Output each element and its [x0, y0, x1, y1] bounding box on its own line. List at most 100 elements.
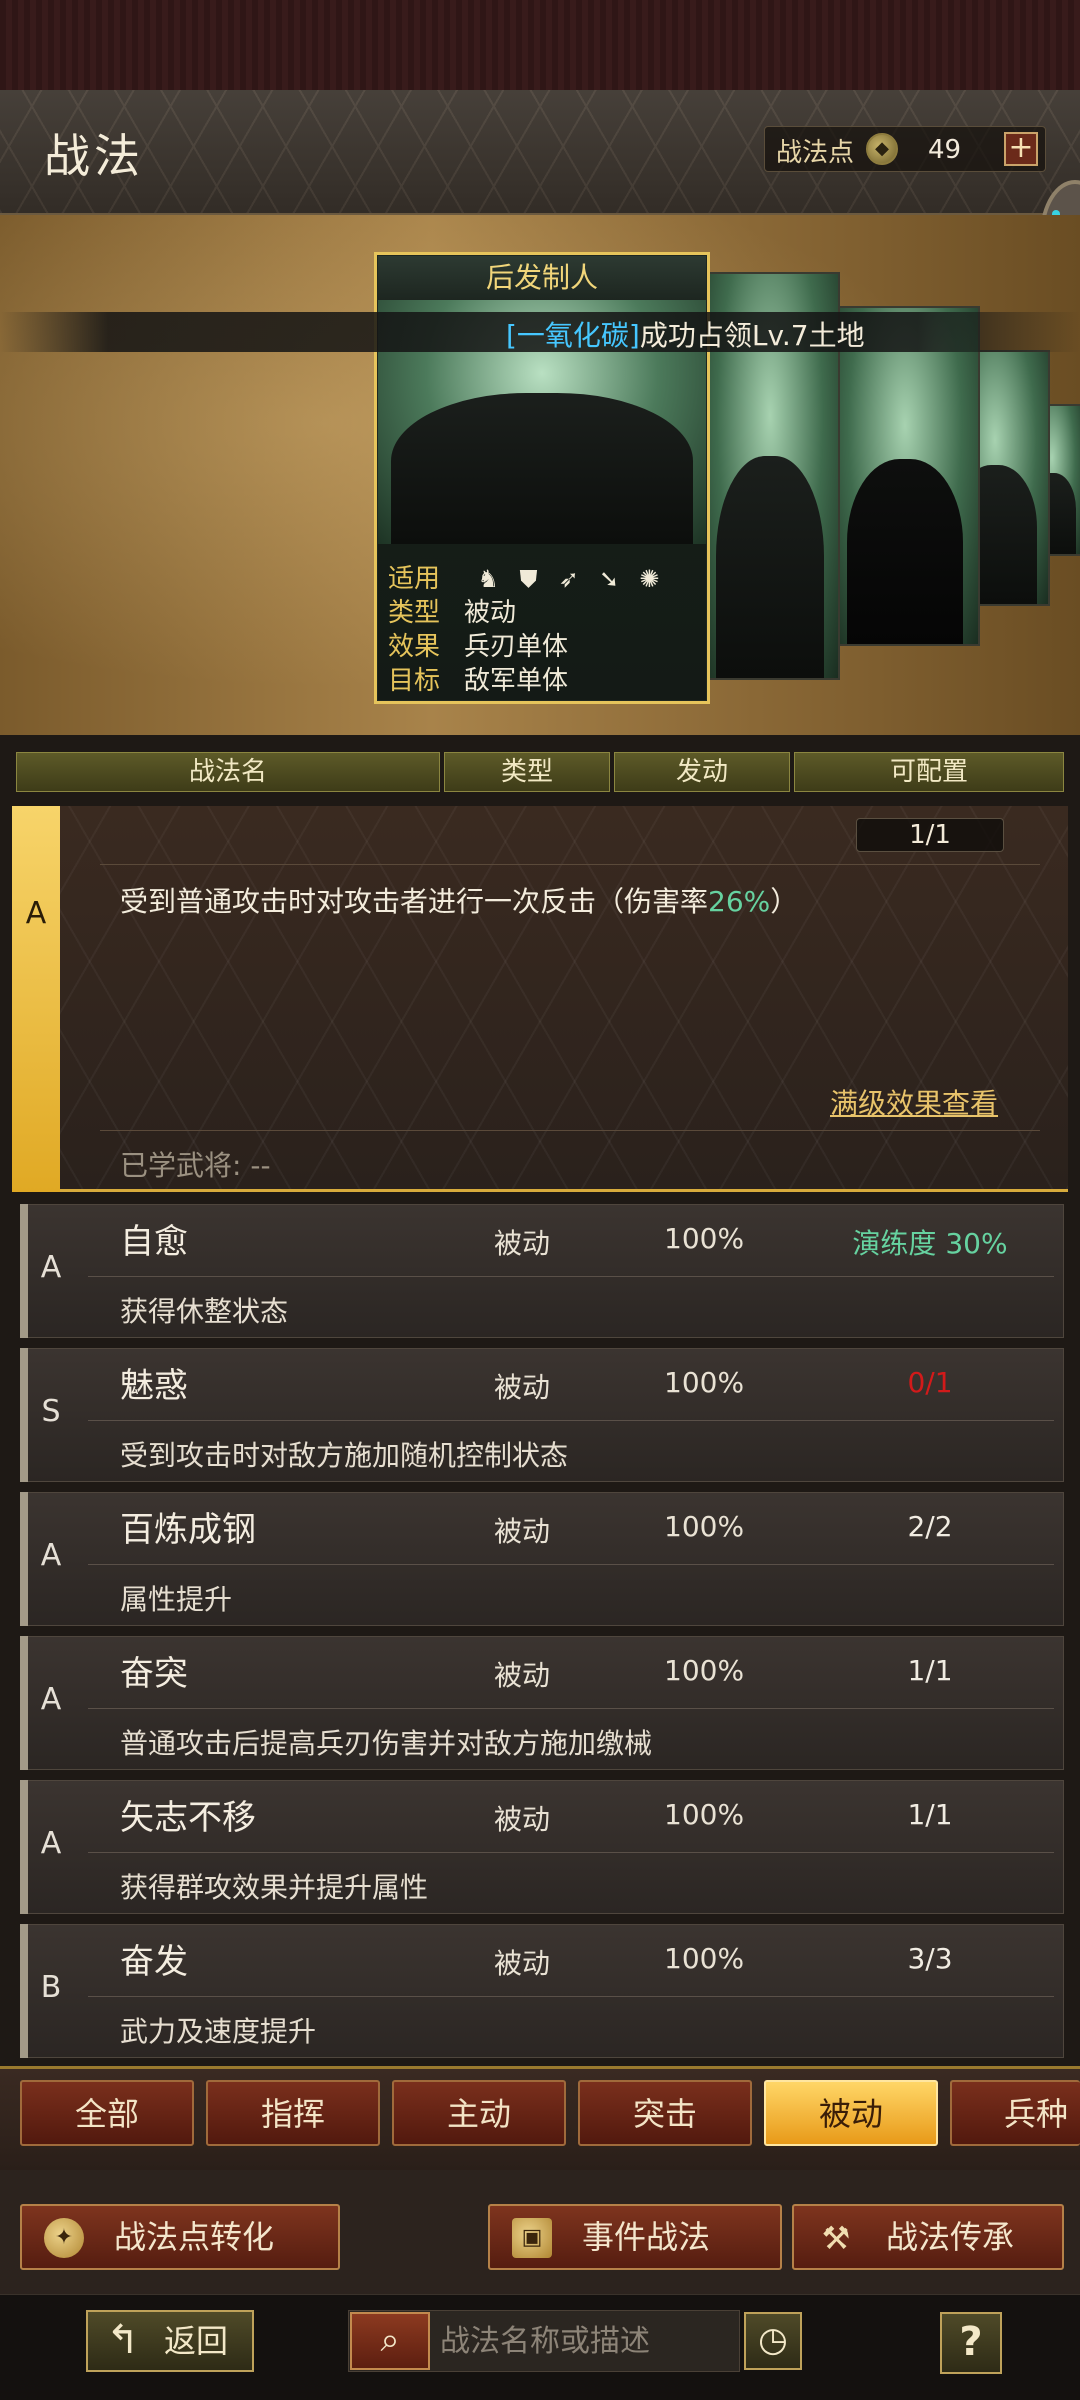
tab-passive[interactable]: 被动	[764, 2080, 938, 2146]
selected-tactic-info: 适用 ♞ ⛊ ➶ ➘ ✺ 类型 被动 效果 兵刃单体 目标 敌军单体	[378, 544, 706, 700]
row-type: 被动	[494, 1371, 551, 1404]
row-description: 武力及速度提升	[120, 2015, 317, 2048]
tactic-inherit-button[interactable]: ⚒ 战法传承	[792, 2204, 1064, 2270]
row-rank-bar	[20, 1636, 28, 1770]
row-rank: B	[40, 1970, 62, 2005]
row-type: 被动	[494, 1947, 551, 1980]
row-rank: S	[41, 1394, 61, 1429]
history-clock-icon[interactable]: ◷	[744, 2312, 802, 2370]
row-divider	[88, 1564, 1054, 1565]
bow-icon: ➶	[558, 565, 579, 593]
row-rank: A	[40, 1250, 62, 1285]
row-status: 1/1	[907, 1798, 953, 1831]
divider	[100, 1130, 1040, 1131]
row-rank-bar	[20, 1492, 28, 1626]
info-key: 效果	[388, 632, 441, 662]
row-type: 被动	[494, 1515, 551, 1548]
row-rank-bar	[20, 1204, 28, 1338]
tactic-inherit-label: 战法传承	[886, 2218, 1015, 2256]
row-rate: 100%	[664, 1654, 745, 1687]
row-name: 百炼成钢	[120, 1510, 256, 1550]
add-points-button[interactable]: +	[1004, 132, 1038, 166]
row-divider	[88, 1852, 1054, 1853]
back-arrow-icon: ↰	[106, 2317, 140, 2363]
scroll-icon: ▣	[512, 2218, 552, 2258]
info-key: 类型	[388, 598, 441, 628]
row-rate: 100%	[664, 1366, 745, 1399]
info-row-type: 类型 被动	[388, 592, 516, 629]
max-level-effect-link[interactable]: 满级效果查看	[830, 1082, 998, 1122]
row-name: 奋发	[120, 1942, 188, 1982]
top-decor-strip	[0, 0, 1080, 90]
row-name: 魅惑	[120, 1366, 188, 1406]
tab-all[interactable]: 全部	[20, 2080, 194, 2146]
expanded-rank-badge: A	[12, 806, 60, 1192]
tactic-points-label: 战法点	[776, 138, 855, 168]
convert-points-label: 战法点转化	[114, 2218, 275, 2256]
row-rate: 100%	[664, 1798, 745, 1831]
chariot-icon: ✺	[639, 565, 660, 593]
tab-assault[interactable]: 突击	[578, 2080, 752, 2146]
tactic-points-value: 49	[928, 135, 962, 165]
tab-active[interactable]: 主动	[392, 2080, 566, 2146]
description-prefix: 受到普通攻击时对攻击者进行一次反击（伤害率	[120, 885, 709, 918]
column-header-trigger[interactable]: 发动	[614, 752, 790, 792]
row-rank: A	[40, 1538, 62, 1573]
description-suffix: ）	[770, 885, 799, 918]
info-row-applicable: 适用 ♞ ⛊ ➶ ➘ ✺	[388, 558, 665, 595]
event-tactics-label: 事件战法	[582, 2218, 711, 2256]
notification-player-name: [一氧化碳]	[506, 319, 640, 352]
row-status: 2/2	[907, 1510, 953, 1543]
info-row-effect: 效果 兵刃单体	[388, 626, 568, 663]
info-value: 敌军单体	[464, 666, 569, 696]
row-divider	[88, 1420, 1054, 1421]
info-value: 被动	[464, 598, 517, 628]
row-type: 被动	[494, 1659, 551, 1692]
column-header-name[interactable]: 战法名	[16, 752, 440, 792]
info-key: 适用	[388, 564, 441, 594]
row-rank-bar	[20, 1780, 28, 1914]
row-divider	[88, 1996, 1054, 1997]
info-row-target: 目标 敌军单体	[388, 660, 568, 697]
divider	[100, 864, 1040, 865]
row-status: 演练度 30%	[852, 1227, 1008, 1260]
info-value: 兵刃单体	[464, 632, 569, 662]
tactic-point-coin-icon: ◆	[866, 133, 898, 165]
shield-icon: ⛊	[519, 565, 538, 593]
row-type: 被动	[494, 1227, 551, 1260]
row-divider	[88, 1276, 1054, 1277]
search-icon[interactable]: ⌕	[350, 2312, 430, 2370]
row-rate: 100%	[664, 1942, 745, 1975]
description-percent: 26%	[708, 885, 771, 918]
back-button[interactable]: ↰ 返回	[86, 2310, 254, 2372]
row-rank: A	[40, 1682, 62, 1717]
tab-troop[interactable]: 兵种	[950, 2080, 1080, 2146]
flame-coin-icon: ✦	[44, 2218, 84, 2258]
search-input[interactable]	[440, 2312, 736, 2370]
convert-points-button[interactable]: ✦ 战法点转化	[20, 2204, 340, 2270]
row-name: 矢志不移	[120, 1798, 256, 1838]
row-description: 属性提升	[120, 1583, 233, 1616]
notification-text: [一氧化碳]成功占领Lv.7土地	[506, 314, 865, 354]
row-rate: 100%	[664, 1510, 745, 1543]
tab-command[interactable]: 指挥	[206, 2080, 380, 2146]
column-header-type[interactable]: 类型	[444, 752, 610, 792]
row-divider	[88, 1708, 1054, 1709]
row-name: 自愈	[120, 1222, 188, 1262]
column-header-configurable[interactable]: 可配置	[794, 752, 1064, 792]
notification-message: 成功占领Lv.7土地	[639, 319, 865, 352]
row-rate: 100%	[664, 1222, 745, 1255]
event-tactics-button[interactable]: ▣ 事件战法	[488, 2204, 782, 2270]
row-description: 普通攻击后提高兵刃伤害并对敌方施加缴械	[120, 1727, 653, 1760]
selected-tactic-title: 后发制人	[378, 256, 706, 300]
expanded-count: 1/1	[856, 818, 1004, 852]
page-title: 战法	[44, 129, 144, 183]
row-rank-bar	[20, 1924, 28, 2058]
expanded-description: 受到普通攻击时对攻击者进行一次反击（伤害率26%）	[120, 880, 798, 920]
carousel-card-3[interactable]	[830, 306, 980, 646]
row-description: 获得群攻效果并提升属性	[120, 1871, 429, 1904]
help-button[interactable]: ?	[940, 2312, 1002, 2374]
row-description: 受到攻击时对敌方施加随机控制状态	[120, 1439, 569, 1472]
hammer-icon: ⚒	[821, 2219, 851, 2257]
back-label: 返回	[164, 2322, 229, 2360]
